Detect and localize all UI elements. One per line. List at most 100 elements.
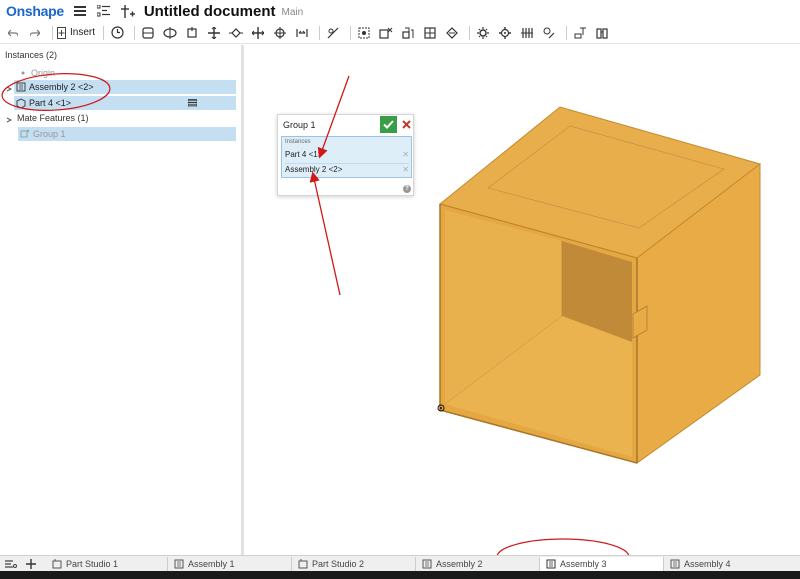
- tab-assembly-3[interactable]: Assembly 3: [540, 557, 664, 571]
- tab-assembly-2[interactable]: Assembly 2: [416, 557, 540, 571]
- box-inner-left: [445, 210, 562, 404]
- group-icon[interactable]: [377, 24, 395, 42]
- part-studio-icon: [52, 559, 62, 569]
- assembly-icon: [422, 559, 432, 569]
- toolbar-divider: [103, 25, 105, 40]
- tab-part-studio-2[interactable]: Part Studio 2: [292, 557, 416, 571]
- box-top-face[interactable]: [438, 106, 762, 259]
- toolbar-divider: [319, 25, 321, 40]
- tab-label: Part Studio 2: [312, 559, 365, 569]
- mate-row-group-1[interactable]: Group 1: [18, 127, 236, 141]
- selection-item[interactable]: Part 4 <1> ✕: [285, 148, 409, 160]
- fastened-mate-icon[interactable]: [139, 24, 157, 42]
- planar-mate-icon[interactable]: [205, 24, 223, 42]
- tab-label: Assembly 3: [560, 559, 607, 569]
- linear-relation-icon[interactable]: [540, 24, 558, 42]
- mirror-icon[interactable]: [443, 24, 461, 42]
- feature-list-icon[interactable]: [96, 3, 112, 19]
- feature-panel: Instances (2) Origin Assembly 2 <2> Part…: [0, 45, 244, 555]
- toolbar-divider: [566, 25, 568, 40]
- origin-icon: [18, 68, 28, 78]
- remove-item-icon[interactable]: ✕: [402, 150, 409, 159]
- toolbar-divider: [52, 25, 53, 40]
- redo-icon[interactable]: [26, 24, 44, 42]
- branch-label[interactable]: Main: [281, 7, 303, 18]
- expand-chevron-icon[interactable]: [6, 115, 13, 123]
- remove-item-icon[interactable]: ✕: [402, 165, 409, 174]
- part-studio-icon: [298, 559, 308, 569]
- assembly-icon: [16, 82, 26, 92]
- tangent-mate-icon[interactable]: [324, 24, 342, 42]
- selection-item-label: Assembly 2 <2>: [285, 165, 343, 174]
- cancel-button[interactable]: [400, 117, 412, 131]
- tab-assembly-4[interactable]: Assembly 4: [664, 557, 800, 571]
- selection-item[interactable]: Assembly 2 <2> ✕: [285, 163, 409, 175]
- insert-button[interactable]: Insert: [57, 26, 96, 39]
- pin-slot-mate-icon[interactable]: [271, 24, 289, 42]
- instance-row-origin[interactable]: Origin: [18, 66, 218, 80]
- tab-label: Assembly 2: [436, 559, 483, 569]
- part-icon: [16, 98, 26, 108]
- cylindrical-mate-icon[interactable]: [227, 24, 245, 42]
- ball-mate-icon[interactable]: [249, 24, 267, 42]
- tab-label: Part Studio 1: [66, 559, 119, 569]
- instances-selection-list[interactable]: Instances Part 4 <1> ✕ Assembly 2 <2> ✕: [281, 136, 412, 178]
- checkmark-icon: [383, 120, 394, 129]
- group-dialog: Group 1 Instances Part 4 <1> ✕ Assembly …: [277, 114, 414, 196]
- document-title[interactable]: Untitled document: [144, 3, 276, 20]
- tab-part-studio-1[interactable]: Part Studio 1: [46, 557, 168, 571]
- screw-relation-icon[interactable]: [518, 24, 536, 42]
- expand-chevron-icon[interactable]: [6, 84, 13, 92]
- instance-label: Part 4 <1>: [29, 98, 72, 108]
- insert-label: Insert: [70, 27, 96, 38]
- box-interior: [445, 210, 632, 457]
- box-right-face[interactable]: [636, 162, 761, 464]
- measure-icon[interactable]: [571, 24, 589, 42]
- origin-marker-icon[interactable]: [437, 404, 445, 412]
- box-handle[interactable]: [632, 305, 648, 339]
- rack-pinion-icon[interactable]: [496, 24, 514, 42]
- hamburger-menu-icon[interactable]: [72, 3, 88, 19]
- parallel-mate-icon[interactable]: [293, 24, 311, 42]
- add-tab-icon[interactable]: [24, 557, 38, 571]
- taskbar-strip: [0, 571, 800, 579]
- tab-manager-icon[interactable]: [4, 557, 18, 571]
- onshape-logo[interactable]: Onshape: [6, 3, 64, 19]
- mate-label: Group 1: [33, 129, 66, 139]
- box-top-inset: [487, 125, 725, 229]
- section-view-icon[interactable]: [593, 24, 611, 42]
- tab-bar: Part Studio 1 Assembly 1 Part Studio 2 A…: [0, 555, 800, 571]
- box-back-wall: [562, 241, 632, 342]
- hidden-parts-icon[interactable]: [187, 98, 198, 108]
- gear-relation-icon[interactable]: [474, 24, 492, 42]
- box-front-frame[interactable]: [439, 203, 638, 464]
- pattern-icon[interactable]: [421, 24, 439, 42]
- toolbar-divider: [469, 25, 471, 40]
- assembly-icon: [670, 559, 680, 569]
- box-floor: [445, 316, 632, 457]
- group-icon: [20, 129, 30, 139]
- mate-connector-icon[interactable]: [355, 24, 373, 42]
- mate-features-heading[interactable]: Mate Features (1): [17, 113, 89, 123]
- revolute-mate-icon[interactable]: [161, 24, 179, 42]
- instance-label: Assembly 2 <2>: [29, 82, 94, 92]
- help-icon[interactable]: ?: [403, 185, 411, 193]
- tab-label: Assembly 1: [188, 559, 235, 569]
- selection-list-heading: Instances: [285, 139, 311, 145]
- tab-label: Assembly 4: [684, 559, 731, 569]
- instance-label: Origin: [31, 68, 56, 78]
- add-insert-icon[interactable]: [120, 3, 136, 19]
- tab-assembly-1[interactable]: Assembly 1: [168, 557, 292, 571]
- history-icon[interactable]: [108, 24, 126, 42]
- undo-icon[interactable]: [4, 24, 22, 42]
- confirm-button[interactable]: [380, 116, 397, 133]
- close-icon: [401, 119, 411, 129]
- instance-row-assembly-2[interactable]: Assembly 2 <2>: [14, 80, 236, 94]
- instance-row-part-4[interactable]: Part 4 <1>: [14, 96, 236, 110]
- header: Onshape Untitled document Main: [0, 0, 800, 22]
- slider-mate-icon[interactable]: [183, 24, 201, 42]
- instances-heading[interactable]: Instances (2): [5, 50, 57, 60]
- selection-item-label: Part 4 <1>: [285, 149, 323, 159]
- insert-icon: [57, 26, 66, 39]
- replicate-icon[interactable]: [399, 24, 417, 42]
